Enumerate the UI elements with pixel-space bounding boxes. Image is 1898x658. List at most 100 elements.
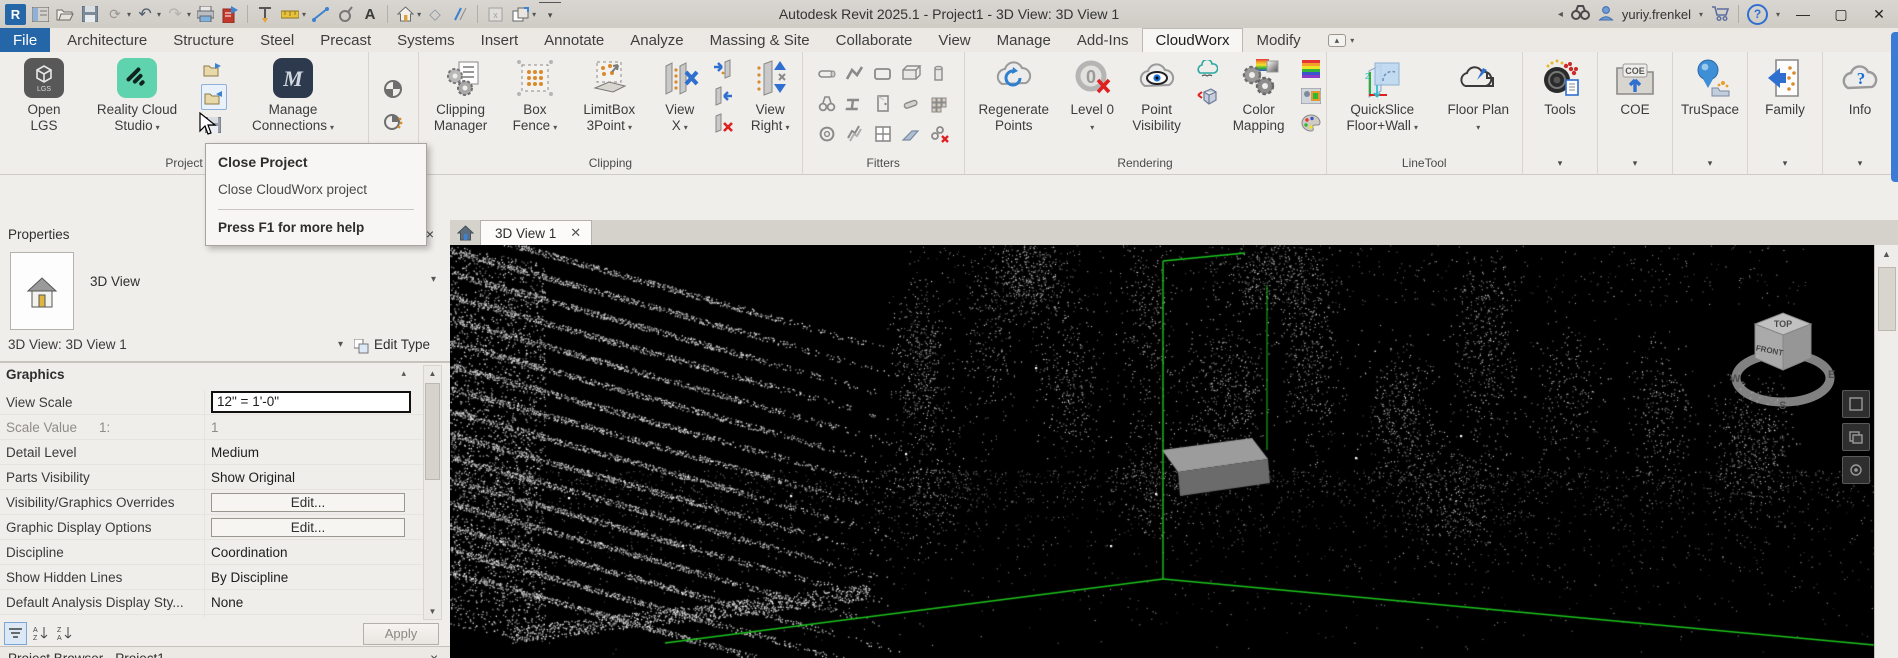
home-icon[interactable] [394, 3, 416, 25]
truspace-button[interactable]: TruSpace [1675, 55, 1745, 118]
level-0-button[interactable]: 0 Level 0▾ [1063, 55, 1122, 134]
cylinder-fitting-icon[interactable] [925, 59, 953, 89]
ui-toggle-icon[interactable] [29, 3, 51, 25]
point-cloud-canvas[interactable] [450, 245, 1875, 658]
tools-button[interactable]: Tools [1525, 55, 1595, 118]
tab-steel[interactable]: Steel [247, 28, 307, 52]
property-value[interactable]: Coordination [205, 540, 424, 564]
property-value[interactable]: Edit [205, 615, 424, 618]
section-icon[interactable] [254, 3, 276, 25]
properties-scrollbar[interactable]: ▲ ▼ [423, 365, 442, 620]
cable-tray-fitting-icon[interactable] [925, 89, 953, 119]
tab-structure[interactable]: Structure [160, 28, 247, 52]
point-visibility-button[interactable]: PointVisibility [1122, 55, 1192, 134]
thin-lines-icon[interactable] [449, 3, 471, 25]
ramp-fitting-icon[interactable] [897, 119, 925, 149]
view-home-icon[interactable] [450, 221, 480, 245]
slice-remove-icon[interactable] [711, 111, 735, 135]
dropdown-caret-icon[interactable]: ▾ [553, 123, 557, 132]
property-value[interactable]: By Discipline [205, 565, 424, 589]
quickslice-floor-wall-button[interactable]: 2 QuickSliceFloor+Wall▾ [1328, 55, 1436, 136]
regenerate-points-button[interactable]: RegeneratePoints [965, 55, 1063, 134]
panel-caret-coe[interactable]: ▾ [1598, 154, 1672, 174]
tab-file[interactable]: File [0, 28, 50, 52]
cloud-wire-icon[interactable] [1195, 57, 1219, 81]
text-icon[interactable]: A [359, 3, 381, 25]
close-button[interactable]: ✕ [1864, 6, 1894, 23]
tab-manage[interactable]: Manage [984, 28, 1064, 52]
user-caret-icon[interactable]: ▾ [1699, 10, 1703, 19]
revit-logo-icon[interactable]: R [4, 3, 26, 25]
panel-caret-truspace[interactable]: ▾ [1673, 154, 1747, 174]
color-mapping-button[interactable]: ColorMapping [1222, 55, 1296, 134]
apply-button[interactable]: Apply [363, 623, 439, 645]
clipping-manager-button[interactable]: ClippingManager [419, 55, 502, 134]
type-selector-caret-icon[interactable]: ▾ [431, 274, 436, 285]
property-value[interactable]: Edit... [205, 515, 424, 539]
slice-in-icon[interactable] [711, 57, 735, 81]
property-value[interactable]: Medium [205, 440, 424, 464]
tab-view[interactable]: View [925, 28, 983, 52]
property-value[interactable]: Show Original [205, 465, 424, 489]
tab-precast[interactable]: Precast [307, 28, 384, 52]
instance-caret-icon[interactable]: ▾ [338, 339, 343, 350]
color-photo-icon[interactable] [1299, 84, 1323, 108]
ribbon-collapse-control[interactable]: ▴▾ [1328, 28, 1355, 52]
graphics-section-header[interactable]: Graphics ▴ [0, 365, 450, 388]
dropdown-caret-icon[interactable]: ▾ [1414, 123, 1418, 132]
view-tab-3d-view-1[interactable]: 3D View 1 ✕ [480, 220, 592, 245]
print-icon[interactable] [194, 3, 216, 25]
tab-cloudworx[interactable]: CloudWorx [1142, 28, 1244, 52]
qat-customize-icon[interactable]: ▾ [539, 2, 561, 26]
panel-caret-info[interactable]: ▾ [1823, 154, 1897, 174]
viewport-scroll-thumb[interactable] [1878, 267, 1896, 331]
edit-button[interactable]: Edit... [211, 493, 405, 512]
canvas-tool-camera-icon[interactable] [1842, 456, 1870, 484]
panel-caret-family[interactable]: ▾ [1748, 154, 1822, 174]
edit-button[interactable]: Edit [211, 618, 405, 619]
edit-type-icon[interactable] [354, 339, 369, 354]
beam-fitting-icon[interactable] [841, 89, 869, 119]
coe-button[interactable]: COECOE [1600, 55, 1670, 118]
floor-plan-button[interactable]: Floor Plan▾ [1436, 55, 1520, 134]
sort-descending-icon[interactable]: ZA [54, 622, 75, 643]
dropdown-caret-icon[interactable]: ▾ [156, 123, 160, 132]
tag-icon[interactable] [334, 3, 356, 25]
pipe-fitting-icon[interactable] [813, 59, 841, 89]
open-icon[interactable] [54, 3, 76, 25]
maximize-button[interactable]: ▢ [1826, 6, 1856, 23]
redo-caret-icon[interactable]: ▾ [187, 10, 191, 19]
duct-fitting-icon[interactable] [869, 59, 897, 89]
help-icon[interactable]: ? [1747, 4, 1768, 25]
edit-button[interactable]: Edit... [211, 518, 405, 537]
steering-wheel-dots-icon[interactable] [381, 109, 405, 133]
color-bar-icon[interactable] [1299, 57, 1323, 81]
manage-connections-button[interactable]: M ManageConnections▾ [230, 55, 356, 136]
reality-cloud-studio-button[interactable]: Reality CloudStudio▾ [76, 55, 198, 136]
tab-annotate[interactable]: Annotate [531, 28, 617, 52]
property-value[interactable]: 12" = 1'-0" [205, 390, 424, 414]
family-button[interactable]: Family [1750, 55, 1820, 118]
dropdown-caret-icon[interactable]: ▾ [785, 123, 789, 132]
undo-caret-icon[interactable]: ▾ [157, 10, 161, 19]
measure-icon[interactable] [279, 3, 301, 25]
dropdown-caret-icon[interactable]: ▾ [1476, 123, 1480, 132]
conduit-fitting-icon[interactable] [897, 89, 925, 119]
edit-type-button[interactable]: Edit Type [374, 337, 430, 352]
minimize-button[interactable]: — [1788, 6, 1818, 22]
value-input[interactable]: 12" = 1'-0" [211, 391, 411, 413]
section-collapse-icon[interactable]: ▴ [401, 368, 406, 379]
view-diamond-icon[interactable]: ◇ [424, 3, 446, 25]
switch-windows-caret-icon[interactable]: ▾ [532, 10, 536, 19]
dropdown-caret-icon[interactable]: ▾ [628, 123, 632, 132]
open-lgs-button[interactable]: LGS OpenLGS [12, 55, 76, 134]
ribbon-collapse-icon[interactable]: ▴ [1328, 34, 1347, 47]
view-x-button[interactable]: ViewX▾ [651, 55, 709, 136]
panel-caret-tools[interactable]: ▾ [1523, 154, 1597, 174]
export-box-icon[interactable] [1195, 84, 1219, 108]
tab-architecture[interactable]: Architecture [54, 28, 160, 52]
help-caret-icon[interactable]: ▾ [1776, 10, 1780, 19]
scroll-up-icon[interactable]: ▲ [424, 366, 441, 381]
property-value[interactable]: Edit... [205, 490, 424, 514]
window-fitting-icon[interactable] [869, 119, 897, 149]
